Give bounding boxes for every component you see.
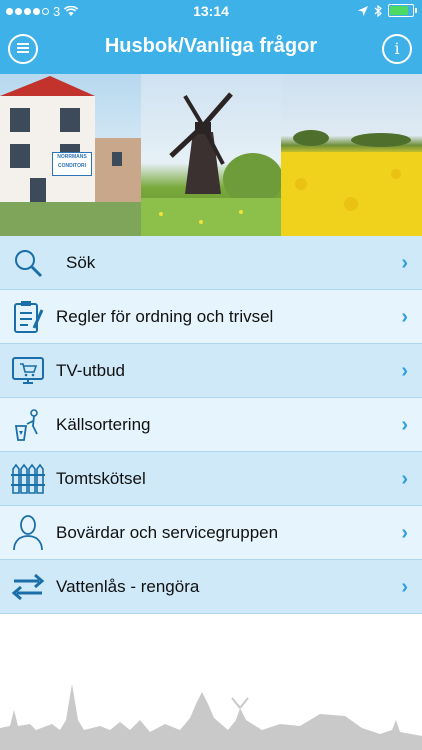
windmill-photo	[140, 74, 282, 236]
recycling-icon	[0, 398, 56, 451]
battery-icon	[388, 4, 417, 17]
status-right	[358, 4, 417, 17]
shop-sign-line1: NORRMANS	[57, 154, 87, 160]
menu-item-label: Sök	[66, 252, 96, 272]
chevron-right-icon: ›	[401, 468, 408, 490]
chevron-right-icon: ›	[401, 252, 408, 274]
menu-item-garden[interactable]: Tomtskötsel ›	[0, 452, 422, 506]
houses-photo: NORRMANS CONDITORI	[0, 74, 141, 236]
status-bar: 3 13:14	[0, 0, 422, 22]
info-button[interactable]: i	[382, 34, 412, 64]
menu-item-label: Vattenlås - rengöra	[56, 576, 200, 596]
swap-arrows-icon	[0, 560, 56, 613]
clipboard-icon	[0, 290, 56, 343]
menu-item-label: Bovärdar och servicegruppen	[56, 522, 279, 542]
rapeseed-field-photo	[281, 74, 422, 236]
tv-icon	[0, 344, 56, 397]
chevron-right-icon: ›	[401, 576, 408, 598]
chevron-right-icon: ›	[401, 522, 408, 544]
chevron-right-icon: ›	[401, 306, 408, 328]
location-arrow-icon	[358, 5, 368, 16]
menu-item-rules[interactable]: Regler för ordning och trivsel ›	[0, 290, 422, 344]
menu-item-caretakers[interactable]: Bovärdar och servicegruppen ›	[0, 506, 422, 560]
menu-item-recycling[interactable]: Källsortering ›	[0, 398, 422, 452]
chevron-right-icon: ›	[401, 414, 408, 436]
search-icon	[0, 236, 56, 289]
bluetooth-icon	[374, 4, 382, 17]
fence-icon	[0, 452, 56, 505]
menu-item-tv[interactable]: TV-utbud ›	[0, 344, 422, 398]
menu-item-label: TV-utbud	[56, 360, 125, 380]
shop-sign: NORRMANS CONDITORI	[52, 152, 92, 176]
chevron-right-icon: ›	[401, 360, 408, 382]
menu-item-search[interactable]: Sök ›	[0, 236, 422, 290]
town-skyline-illustration	[0, 684, 422, 750]
header-banner: NORRMANS CONDITORI	[0, 74, 422, 236]
nav-bar: Husbok/Vanliga frågor i	[0, 22, 422, 74]
menu-item-label: Tomtskötsel	[56, 468, 146, 488]
menu-item-label: Regler för ordning och trivsel	[56, 306, 274, 326]
page-title: Husbok/Vanliga frågor	[104, 35, 318, 57]
menu-item-label: Källsortering	[56, 414, 151, 434]
faq-menu: Sök › Regler för ordning och trivsel › T…	[0, 236, 422, 614]
person-icon	[0, 506, 56, 559]
menu-item-water-trap[interactable]: Vattenlås - rengöra ›	[0, 560, 422, 614]
shop-sign-line2: CONDITORI	[58, 163, 86, 169]
